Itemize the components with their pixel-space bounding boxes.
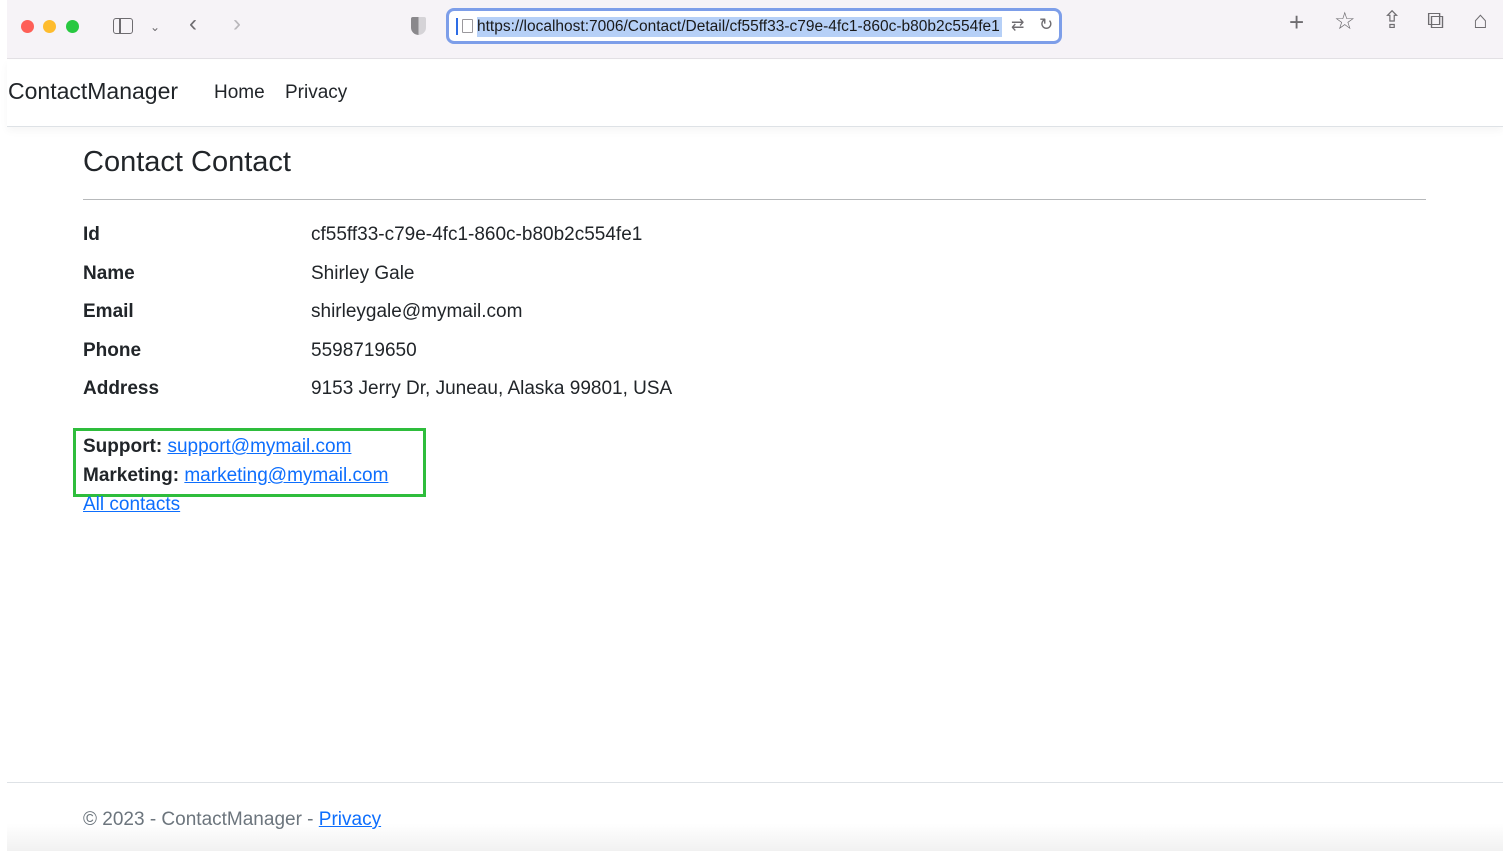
phone-value: 5598719650 <box>311 340 417 361</box>
close-window-button[interactable] <box>21 20 34 33</box>
reload-icon[interactable]: ↻ <box>1039 15 1053 35</box>
nav-privacy-link[interactable]: Privacy <box>285 82 347 104</box>
page-title: Contact Contact <box>83 146 291 178</box>
marketing-label: Marketing: <box>83 465 180 486</box>
support-email-link[interactable]: support@mymail.com <box>167 436 351 457</box>
home-icon[interactable]: ⌂ <box>1473 9 1488 33</box>
name-label: Name <box>83 263 135 284</box>
site-footer: © 2023 - ContactManager - Privacy <box>7 782 1503 851</box>
email-label: Email <box>83 301 134 322</box>
site-navbar: ContactManager Home Privacy <box>7 60 1503 127</box>
browser-toolbar: ⌄ ‹ › https://localhost:7006/Contact/Det… <box>7 0 1503 59</box>
plus-icon[interactable]: + <box>1289 9 1304 35</box>
support-label: Support: <box>83 436 163 457</box>
email-value: shirleygale@mymail.com <box>311 301 523 322</box>
divider <box>83 199 1426 200</box>
star-icon[interactable]: ☆ <box>1334 10 1356 34</box>
id-label: Id <box>83 224 100 245</box>
id-value: cf55ff33-c79e-4fc1-860c-b80b2c554fe1 <box>311 224 643 245</box>
page-icon <box>462 19 473 33</box>
marketing-line: Marketing: marketing@mymail.com <box>83 465 388 487</box>
support-line: Support: support@mymail.com <box>83 436 351 458</box>
marketing-email-link[interactable]: marketing@mymail.com <box>184 465 388 486</box>
phone-label: Phone <box>83 340 142 361</box>
zoom-window-button[interactable] <box>66 20 79 33</box>
sidebar-icon[interactable] <box>113 18 133 34</box>
name-value: Shirley Gale <box>311 263 415 284</box>
brand-link[interactable]: ContactManager <box>8 78 178 105</box>
shield-icon[interactable] <box>411 17 426 35</box>
chevron-right-icon[interactable]: › <box>233 12 241 36</box>
translate-icon[interactable]: ⇄ <box>1011 16 1024 36</box>
minimize-window-button[interactable] <box>43 20 56 33</box>
footer-text: © 2023 - ContactManager - Privacy <box>83 809 381 831</box>
share-icon[interactable]: ⇪ <box>1382 9 1402 33</box>
address-bar[interactable]: https://localhost:7006/Contact/Detail/cf… <box>446 8 1062 44</box>
chevron-left-icon[interactable]: ‹ <box>189 12 197 36</box>
url-text[interactable]: https://localhost:7006/Contact/Detail/cf… <box>477 17 1002 37</box>
tab-overview-icon[interactable]: ⧉ <box>1427 9 1444 33</box>
address-label: Address <box>83 378 160 399</box>
footer-copyright: © 2023 - ContactManager - <box>83 809 319 830</box>
address-value: 9153 Jerry Dr, Juneau, Alaska 99801, USA <box>311 378 673 399</box>
text-caret <box>456 18 458 35</box>
all-contacts-link[interactable]: All contacts <box>83 494 180 516</box>
chevron-down-icon[interactable]: ⌄ <box>150 17 160 37</box>
nav-home-link[interactable]: Home <box>214 82 265 104</box>
footer-privacy-link[interactable]: Privacy <box>319 809 381 830</box>
